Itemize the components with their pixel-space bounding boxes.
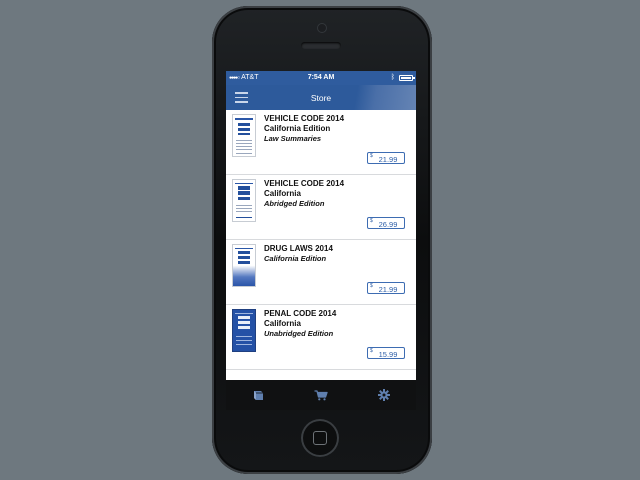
product-subtitle: California Edition [264,254,327,263]
price-button[interactable]: $ 21.99 [367,282,405,294]
cart-icon [314,389,328,400]
price-button[interactable]: $ 15.99 [367,347,405,359]
product-edition: Law Summaries [264,134,322,143]
tab-settings[interactable] [372,385,396,405]
product-title: VEHICLE CODE 2014 [264,179,345,188]
front-camera [317,23,327,33]
product-row[interactable]: PENAL CODE 2014 California Unabridged Ed… [226,305,416,370]
phone-screen: ●●●●○ AT&T 7:54 AM ᛒ Store VEHICLE CODE … [226,71,416,410]
product-row[interactable]: VEHICLE CODE 2014 California Abridged Ed… [226,175,416,240]
price-amount: 21.99 [378,284,398,294]
product-row-partial[interactable] [226,370,416,380]
status-right: ᛒ [390,74,415,81]
status-bar: ●●●●○ AT&T 7:54 AM ᛒ [226,71,416,85]
product-info: VEHICLE CODE 2014 California Edition Law… [264,114,410,144]
tab-library[interactable] [246,385,270,405]
product-info: VEHICLE CODE 2014 California Abridged Ed… [264,179,410,209]
book-cover-image [232,244,256,287]
book-cover-image [232,114,256,157]
product-info: DRUG LAWS 2014 California Edition [264,244,410,264]
product-row[interactable]: VEHICLE CODE 2014 California Edition Law… [226,110,416,175]
product-title: VEHICLE CODE 2014 [264,114,345,123]
product-title: PENAL CODE 2014 [264,309,337,318]
gear-icon [378,389,391,401]
tab-store[interactable] [309,385,333,405]
product-info: PENAL CODE 2014 California Unabridged Ed… [264,309,410,339]
book-cover-image [232,179,256,222]
product-subtitle: California Edition [264,124,331,133]
tab-bar [226,380,416,410]
book-cover-image [232,309,256,352]
product-edition: Abridged Edition [264,199,325,208]
book-icon [253,390,263,400]
product-list[interactable]: VEHICLE CODE 2014 California Edition Law… [226,110,416,380]
earpiece-speaker [301,42,341,49]
price-button[interactable]: $ 21.99 [367,152,405,164]
status-time: 7:54 AM [307,74,335,81]
price-amount: 26.99 [378,219,398,229]
product-subtitle: California [264,319,301,328]
battery-icon [399,74,415,81]
price-amount: 15.99 [378,349,398,359]
product-row[interactable]: DRUG LAWS 2014 California Edition $ 21.9… [226,240,416,305]
product-edition: Unabridged Edition [264,329,334,338]
page-title: Store [310,93,332,103]
price-amount: 21.99 [378,154,398,164]
price-button[interactable]: $ 26.99 [367,217,405,229]
home-button-icon [313,431,327,445]
product-title: DRUG LAWS 2014 [264,244,333,253]
navigation-bar: Store [226,85,416,110]
bluetooth-icon: ᛒ [390,74,395,81]
product-subtitle: California [264,189,301,198]
